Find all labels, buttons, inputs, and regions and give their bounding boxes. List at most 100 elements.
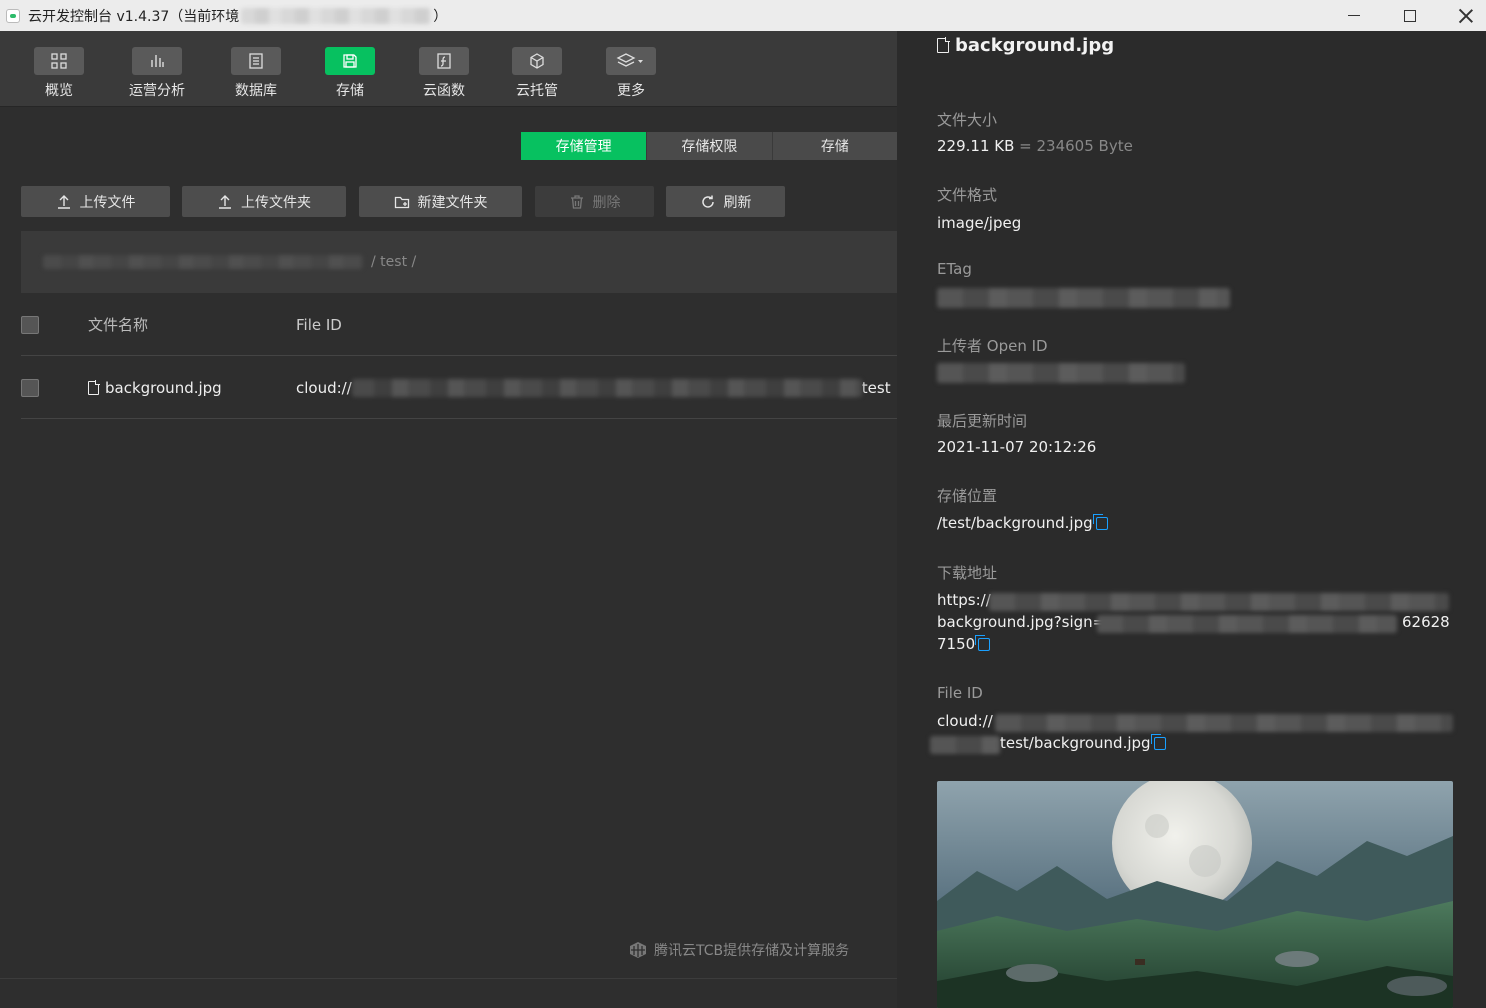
toolbar-item-database[interactable]: 数据库: [211, 47, 301, 100]
main-toolbar: 概览 运营分析 数据库 存储 云函数 云托管 更多: [0, 31, 897, 107]
file-id-cell: cloud:// test: [296, 378, 891, 397]
table-row[interactable]: background.jpg cloud:// test: [21, 357, 897, 419]
toolbar-item-analytics[interactable]: 运营分析: [112, 47, 202, 100]
file-id-suffix: test: [861, 378, 891, 397]
fileid-line-2-text: test/background.jpg: [1000, 734, 1151, 752]
fileid-line-1: cloud://: [937, 712, 993, 730]
minimize-button[interactable]: [1326, 0, 1382, 31]
tab-storage-more[interactable]: 存储: [771, 132, 897, 160]
uploader-label: 上传者 Open ID: [937, 337, 1048, 355]
maximize-icon: [1404, 9, 1416, 22]
database-icon: [231, 47, 281, 75]
size-kb: 229.11 KB: [937, 137, 1015, 155]
toolbar-item-functions[interactable]: 云函数: [399, 47, 489, 100]
close-icon: [1459, 9, 1473, 23]
header-file-name: 文件名称: [88, 316, 149, 334]
fileid-label: File ID: [937, 684, 983, 702]
toolbar-label: 概览: [45, 83, 73, 99]
format-value: image/jpeg: [937, 214, 1022, 232]
etag-label: ETag: [937, 260, 972, 278]
overview-grid-icon: [34, 47, 84, 75]
toolbar-item-overview[interactable]: 概览: [14, 47, 104, 100]
download-line-2-prefix: background.jpg?sign=: [937, 613, 1106, 631]
close-window-button[interactable]: [1438, 0, 1486, 31]
delete-button[interactable]: 删除: [535, 186, 654, 217]
storage-save-icon: [325, 47, 375, 75]
toolbar-item-storage[interactable]: 存储: [305, 47, 395, 100]
panel-title-text: background.jpg: [955, 35, 1115, 56]
folder-plus-icon: [394, 196, 409, 208]
redacted-etag: [937, 288, 1230, 308]
toolbar-label: 云托管: [516, 83, 558, 99]
upload-file-label: 上传文件: [79, 194, 136, 211]
select-all-checkbox[interactable]: [21, 315, 39, 334]
file-name: background.jpg: [105, 378, 222, 397]
redacted-openid: [937, 363, 1185, 383]
window-title-prefix: 云开发控制台 v1.4.37（当前环境: [28, 8, 240, 25]
upload-icon: [57, 194, 70, 209]
refresh-button[interactable]: 刷新: [666, 186, 785, 217]
upload-icon: [219, 194, 231, 209]
moonlit-landscape-image: [937, 781, 1453, 1008]
copy-fileid-icon[interactable]: [1150, 734, 1166, 750]
size-value: 229.11 KB = 234605 Byte: [937, 137, 1133, 155]
tab-storage-permissions[interactable]: 存储权限: [646, 132, 772, 160]
toolbar-label: 数据库: [235, 83, 277, 99]
toolbar-label: 存储: [336, 83, 364, 99]
breadcrumb: / test /: [21, 231, 897, 293]
bar-chart-icon: [132, 47, 182, 75]
size-label: 文件大小: [937, 111, 998, 129]
image-preview[interactable]: [937, 781, 1453, 1008]
file-name-cell[interactable]: background.jpg: [88, 379, 222, 397]
cube-icon: [512, 47, 562, 75]
download-line-3: 7150: [937, 635, 991, 653]
file-detail-panel: background.jpg 文件大小 229.11 KB = 234605 B…: [897, 31, 1486, 1008]
file-icon: [937, 37, 950, 53]
redacted-file-id: [351, 378, 862, 397]
location-path: /test/background.jpg: [937, 514, 1093, 532]
size-bytes: = 234605 Byte: [1019, 137, 1133, 155]
upload-file-button[interactable]: 上传文件: [21, 186, 170, 217]
footer-brand-text: 腾讯云TCB提供存储及计算服务: [654, 943, 850, 959]
table-header: 文件名称 File ID: [21, 294, 897, 356]
download-line-3-text: 7150: [937, 635, 976, 653]
tab-storage-management[interactable]: 存储管理: [521, 132, 647, 160]
breadcrumb-tail[interactable]: / test /: [371, 254, 416, 270]
toolbar-label: 更多: [617, 83, 645, 99]
redacted-env-name: [241, 7, 432, 24]
footer-divider: [0, 978, 897, 979]
toolbar-item-more[interactable]: 更多: [586, 47, 676, 100]
file-id-prefix: cloud://: [296, 378, 352, 397]
new-folder-button[interactable]: 新建文件夹: [359, 186, 522, 217]
download-label: 下载地址: [937, 564, 998, 582]
trash-icon: [570, 194, 583, 209]
file-icon: [88, 379, 100, 395]
storage-tabs: 存储管理 存储权限 存储: [521, 132, 897, 160]
copy-download-icon[interactable]: [975, 635, 991, 651]
redacted-download-url-1: [989, 593, 1449, 611]
window-titlebar: 云开发控制台 v1.4.37（当前环境 ）: [0, 0, 1486, 31]
tencent-cloud-logo-icon: [630, 942, 646, 958]
toolbar-item-cloudrun[interactable]: 云托管: [492, 47, 582, 100]
format-label: 文件格式: [937, 186, 998, 204]
layers-dropdown-icon: [606, 47, 656, 75]
new-folder-label: 新建文件夹: [417, 194, 488, 211]
row-checkbox[interactable]: [21, 378, 39, 397]
minimize-icon: [1348, 15, 1360, 16]
redacted-download-url-2: [1097, 615, 1397, 633]
copy-location-icon[interactable]: [1092, 514, 1108, 530]
function-icon: [419, 47, 469, 75]
download-line-2-suffix: 62628: [1402, 613, 1450, 631]
storage-main: 存储管理 存储权限 存储 上传文件 上传文件夹 新建文件夹 删除 刷新 / te…: [0, 108, 897, 1008]
location-value: /test/background.jpg: [937, 514, 1108, 532]
redacted-fileid-1: [995, 714, 1453, 732]
refresh-icon: [701, 195, 714, 208]
header-file-id: File ID: [296, 315, 342, 334]
toolbar-label: 云函数: [423, 83, 465, 99]
toolbar-label: 运营分析: [129, 83, 185, 99]
footer-brand: 腾讯云TCB提供存储及计算服务: [628, 940, 849, 960]
redacted-path: [43, 255, 363, 269]
upload-folder-button[interactable]: 上传文件夹: [182, 186, 346, 217]
window-title-suffix: ）: [433, 8, 448, 25]
maximize-button[interactable]: [1382, 0, 1438, 31]
